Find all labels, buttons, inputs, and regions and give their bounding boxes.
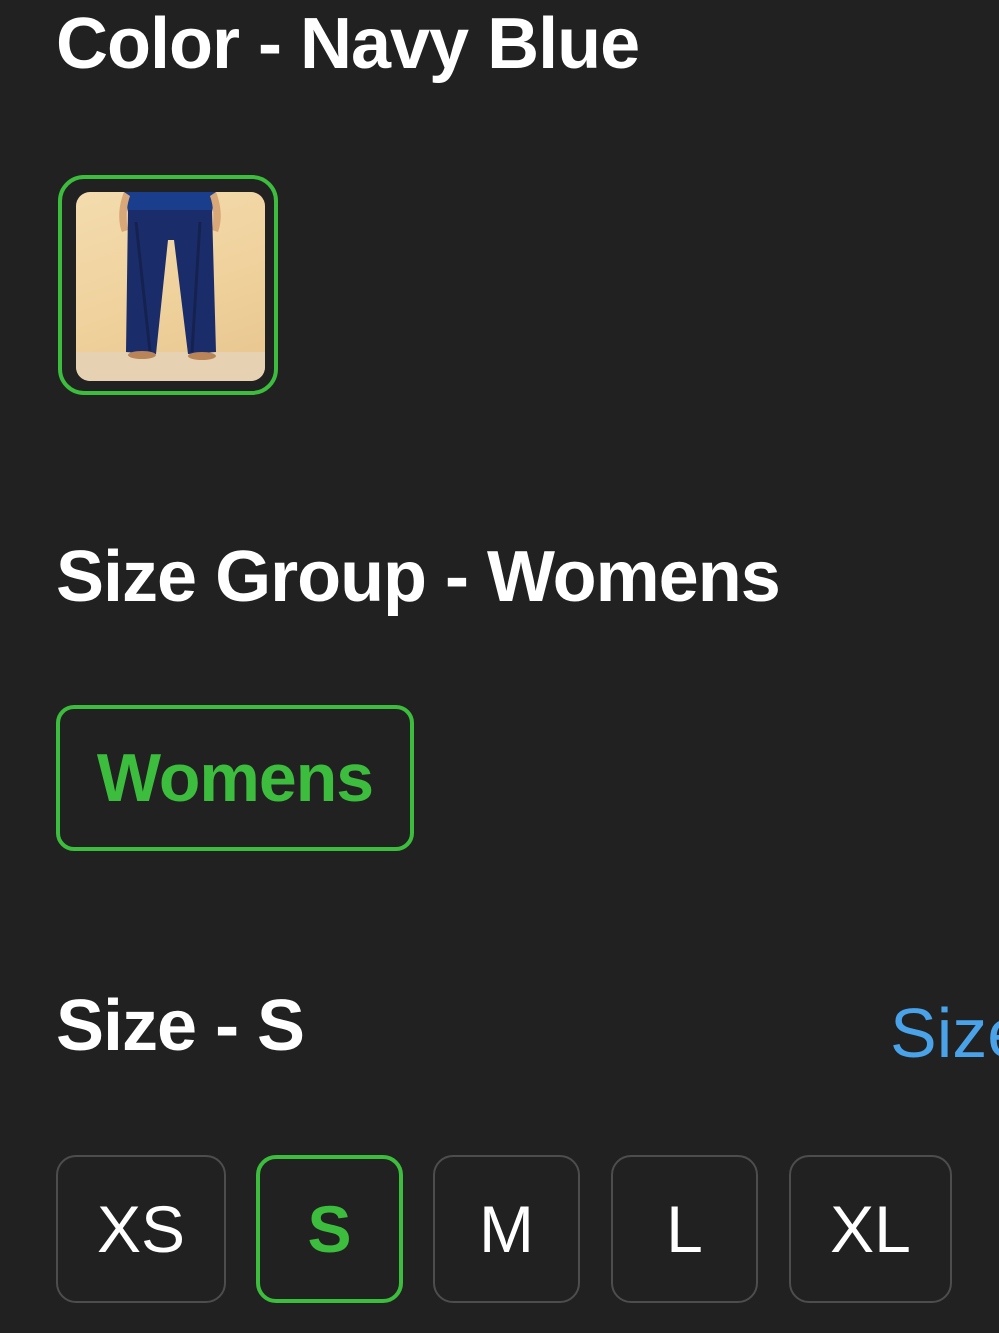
size-group-womens-option[interactable]: Womens [56,705,414,851]
size-option-s[interactable]: S [256,1155,403,1303]
size-option-xs[interactable]: XS [56,1155,226,1303]
size-heading: Size - S [56,986,305,1066]
product-thumbnail-image [76,192,265,381]
color-heading: Color - Navy Blue [56,4,640,84]
size-option-xl[interactable]: XL [789,1155,952,1303]
size-option-l[interactable]: L [611,1155,758,1303]
size-group-heading: Size Group - Womens [56,537,781,617]
size-option-m[interactable]: M [433,1155,580,1303]
color-swatch-navy-blue[interactable] [58,175,278,395]
size-guide-link[interactable]: Size [890,993,999,1073]
